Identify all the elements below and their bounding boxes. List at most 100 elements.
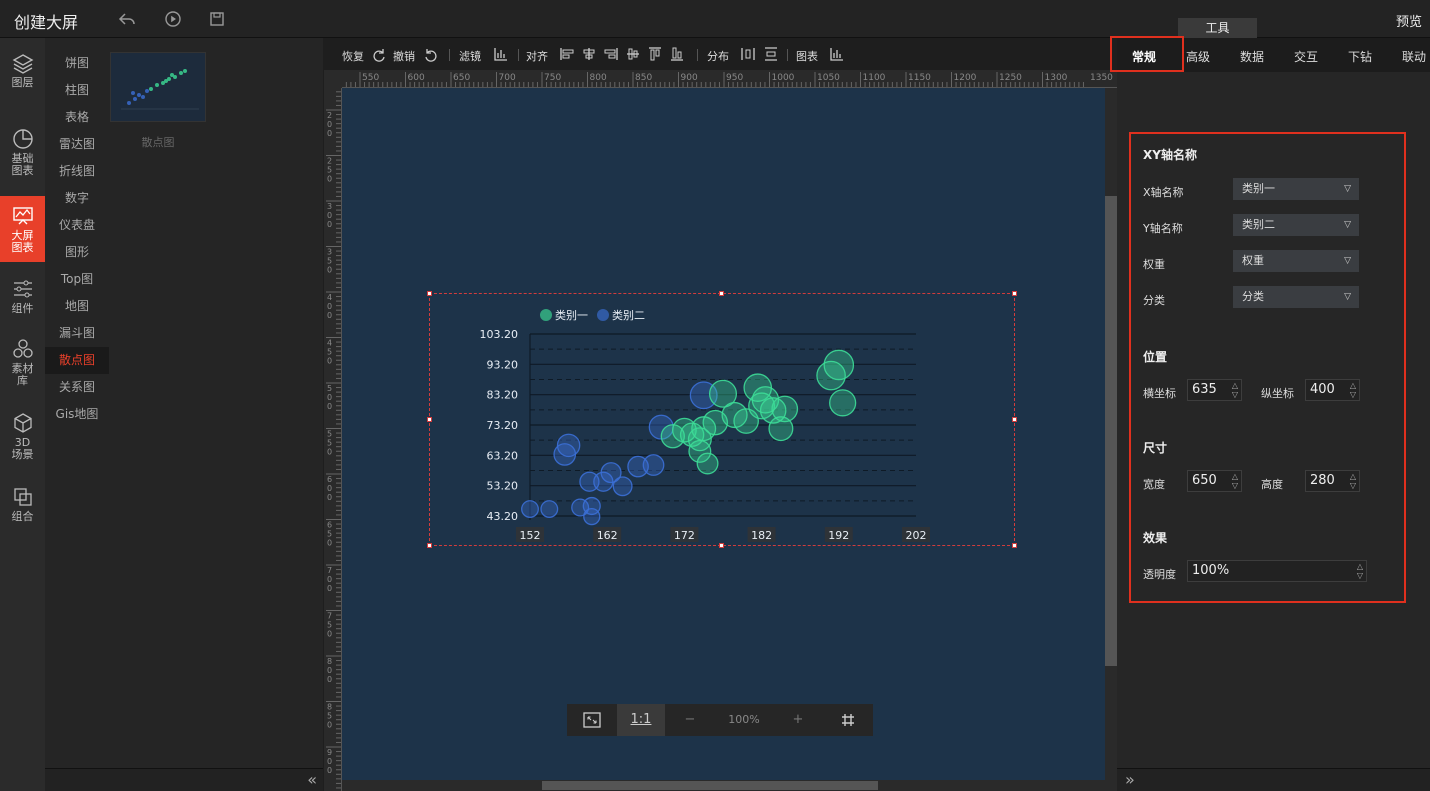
align-center-h-icon[interactable] bbox=[581, 46, 597, 62]
filter-chart-icon[interactable] bbox=[493, 46, 509, 62]
width-input[interactable]: 650 △ ▽ bbox=[1187, 470, 1242, 492]
ruler-tick-label: 550 bbox=[362, 73, 379, 83]
horizontal-scrollbar[interactable] bbox=[342, 780, 1117, 791]
nav-group[interactable]: 组合 bbox=[0, 486, 45, 532]
category-item-active[interactable]: 散点图 bbox=[45, 347, 109, 374]
back-icon[interactable] bbox=[118, 10, 136, 28]
stepper-icon[interactable]: △ ▽ bbox=[1232, 381, 1238, 399]
resize-handle-l[interactable] bbox=[427, 417, 432, 422]
vertical-scroll-thumb[interactable] bbox=[1105, 196, 1117, 666]
scatter-thumbnail[interactable] bbox=[110, 52, 206, 122]
nav-assets[interactable]: 素材库 bbox=[0, 338, 45, 394]
height-value: 280 bbox=[1310, 473, 1335, 488]
height-input[interactable]: 280 △ ▽ bbox=[1305, 470, 1360, 492]
distribute-v-icon[interactable] bbox=[763, 46, 779, 62]
redo-icon[interactable] bbox=[371, 46, 387, 62]
category-item[interactable]: 表格 bbox=[45, 104, 109, 131]
resize-handle-tr[interactable] bbox=[1012, 291, 1017, 296]
category-item[interactable]: Gis地图 bbox=[45, 401, 109, 428]
nav-components[interactable]: 组件 bbox=[0, 278, 45, 324]
save-icon[interactable] bbox=[208, 10, 226, 28]
category-item[interactable]: 图形 bbox=[45, 239, 109, 266]
x-position-input[interactable]: 635 △ ▽ bbox=[1187, 379, 1242, 401]
ruler-tick-label: 0 bbox=[327, 630, 332, 639]
category-item[interactable]: 折线图 bbox=[45, 158, 109, 185]
align-middle-v-icon[interactable] bbox=[625, 46, 641, 62]
resize-handle-br[interactable] bbox=[1012, 543, 1017, 548]
resize-handle-b[interactable] bbox=[719, 543, 724, 548]
tab-drilldown[interactable]: 下钻 bbox=[1348, 48, 1372, 65]
category-item[interactable]: 关系图 bbox=[45, 374, 109, 401]
category-item[interactable]: 仪表盘 bbox=[45, 212, 109, 239]
category-item[interactable]: 数字 bbox=[45, 185, 109, 212]
nav-screen-charts[interactable]: 大屏图表 bbox=[0, 196, 45, 262]
tab-linkage[interactable]: 联动 bbox=[1402, 48, 1426, 65]
resize-handle-t[interactable] bbox=[719, 291, 724, 296]
zoom-in-button[interactable]: + bbox=[785, 704, 811, 736]
ruler-tick-label: 650 bbox=[453, 73, 470, 83]
category-item[interactable]: Top图 bbox=[45, 266, 109, 293]
nav-layers[interactable]: 图层 bbox=[0, 52, 45, 102]
y-axis-name-select[interactable]: 类别二 ▽ bbox=[1233, 214, 1359, 236]
category-panel-footer: « bbox=[45, 768, 323, 791]
x-axis-name-select[interactable]: 类别一 ▽ bbox=[1233, 178, 1359, 200]
horizontal-ruler[interactable]: 550 600 650 700 750 800 850 900 950 1000 1050 1100 1… bbox=[342, 70, 1117, 88]
stepper-icon[interactable]: △ ▽ bbox=[1350, 472, 1356, 490]
zoom-out-button[interactable]: − bbox=[677, 704, 703, 736]
nav-3d-scene[interactable]: 3D场景 bbox=[0, 412, 45, 468]
y-tick-label: 93.20 bbox=[487, 358, 519, 371]
chevron-down-icon: ▽ bbox=[1344, 256, 1351, 266]
resize-handle-tl[interactable] bbox=[427, 291, 432, 296]
weight-value: 权重 bbox=[1242, 254, 1264, 267]
ruler-tick-label: 1200 bbox=[954, 73, 977, 83]
chart-icon[interactable] bbox=[829, 46, 845, 62]
grid-icon bbox=[842, 714, 854, 726]
category-select[interactable]: 分类 ▽ bbox=[1233, 286, 1359, 308]
y-position-input[interactable]: 400 △ ▽ bbox=[1305, 379, 1360, 401]
ratio-1-1-button[interactable]: 1:1 bbox=[617, 704, 665, 736]
align-bottom-icon[interactable] bbox=[669, 46, 685, 62]
nav-basic-charts[interactable]: 基础图表 bbox=[0, 128, 45, 184]
filter-button[interactable]: 滤镜 bbox=[459, 48, 481, 64]
scatter-chart-component[interactable]: 类别一 类别二 103.20 93.20 83.20 73.20 63.20 53.20 43.… bbox=[429, 293, 1015, 546]
pie-icon bbox=[12, 129, 33, 149]
stepper-icon[interactable]: △ ▽ bbox=[1232, 472, 1238, 490]
cube-icon bbox=[13, 413, 32, 433]
preview-button[interactable]: 预览 bbox=[1396, 11, 1422, 30]
tab-advanced[interactable]: 高级 bbox=[1186, 48, 1210, 65]
opacity-value: 100% bbox=[1192, 563, 1230, 578]
horizontal-scroll-thumb[interactable] bbox=[542, 781, 878, 790]
undo-button[interactable]: 撤销 bbox=[393, 48, 415, 64]
align-top-icon[interactable] bbox=[647, 46, 663, 62]
collapse-left-icon[interactable]: « bbox=[307, 770, 317, 789]
resize-handle-r[interactable] bbox=[1012, 417, 1017, 422]
vertical-ruler[interactable]: 2002503003504004505005506006507007508008… bbox=[324, 88, 342, 791]
category-item[interactable]: 柱图 bbox=[45, 77, 109, 104]
undo-icon[interactable] bbox=[423, 46, 439, 62]
align-button[interactable]: 对齐 bbox=[526, 48, 548, 64]
vertical-scrollbar[interactable] bbox=[1105, 88, 1117, 780]
collapse-right-icon[interactable]: » bbox=[1125, 770, 1135, 789]
fit-screen-button[interactable] bbox=[567, 704, 617, 736]
play-icon[interactable] bbox=[164, 10, 182, 28]
redo-button[interactable]: 恢复 bbox=[342, 48, 364, 64]
category-item[interactable]: 地图 bbox=[45, 293, 109, 320]
chart-button[interactable]: 图表 bbox=[796, 48, 818, 64]
align-right-icon[interactable] bbox=[603, 46, 619, 62]
stepper-icon[interactable]: △ ▽ bbox=[1350, 381, 1356, 399]
distribute-button[interactable]: 分布 bbox=[707, 48, 729, 64]
category-item[interactable]: 饼图 bbox=[45, 50, 109, 77]
category-item[interactable]: 漏斗图 bbox=[45, 320, 109, 347]
resize-handle-bl[interactable] bbox=[427, 543, 432, 548]
weight-select[interactable]: 权重 ▽ bbox=[1233, 250, 1359, 272]
distribute-h-icon[interactable] bbox=[740, 46, 756, 62]
tool-tab[interactable]: 工具 bbox=[1178, 18, 1257, 38]
tab-interaction[interactable]: 交互 bbox=[1294, 48, 1318, 65]
category-item[interactable]: 雷达图 bbox=[45, 131, 109, 158]
nav-basic-charts-label: 基础图表 bbox=[11, 152, 34, 177]
opacity-input[interactable]: 100% △ ▽ bbox=[1187, 560, 1367, 582]
grid-toggle-button[interactable] bbox=[823, 704, 873, 736]
tab-data[interactable]: 数据 bbox=[1240, 48, 1264, 65]
stepper-icon[interactable]: △ ▽ bbox=[1357, 562, 1363, 580]
align-left-icon[interactable] bbox=[559, 46, 575, 62]
